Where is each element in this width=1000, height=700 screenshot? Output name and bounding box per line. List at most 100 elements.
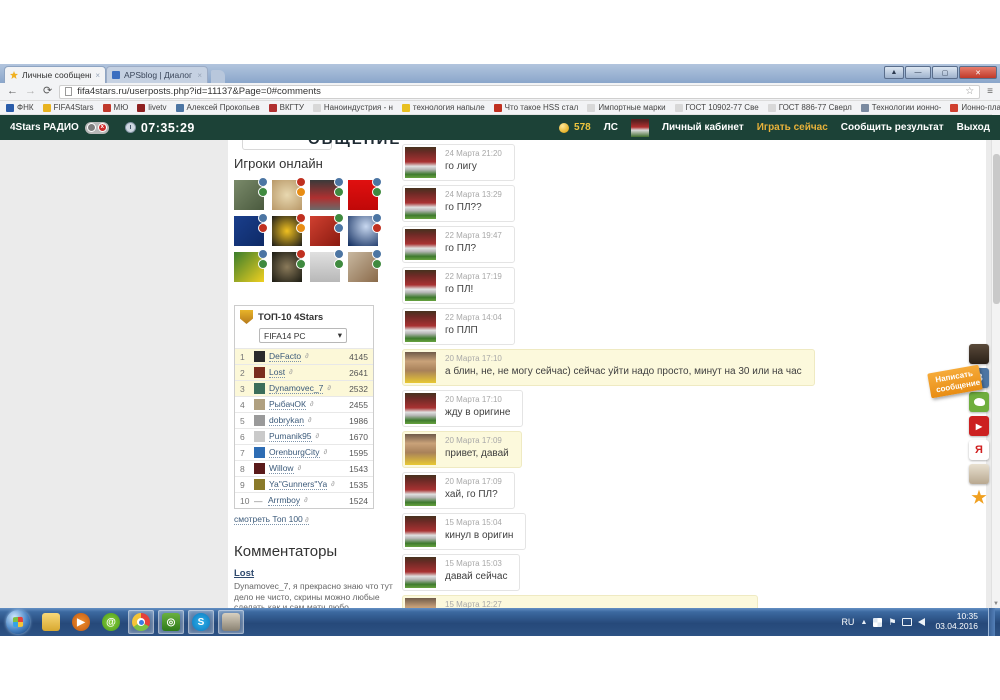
message-avatar[interactable] (405, 393, 436, 424)
message-bubble[interactable]: 20 Марта 17:10жду в оригине (402, 390, 523, 427)
commentator-name-link[interactable]: Lost (234, 568, 402, 579)
youtube-icon[interactable]: ▶ (969, 416, 989, 436)
message-bubble[interactable]: 22 Марта 19:47го ПЛ? (402, 226, 515, 263)
message-avatar[interactable] (405, 311, 436, 342)
message-avatar[interactable] (405, 147, 436, 178)
message-avatar[interactable] (405, 352, 436, 383)
player-name-link[interactable]: Arrmboy (268, 495, 300, 506)
message-avatar[interactable] (405, 229, 436, 260)
window-minimize-button[interactable]: — (905, 66, 931, 79)
online-player-avatar[interactable] (272, 216, 302, 246)
message-bubble[interactable]: 20 Марта 17:09привет, давай (402, 431, 522, 468)
bookmark-item[interactable]: livetv (137, 103, 166, 112)
nav-personal-cabinet[interactable]: Личный кабинет (662, 122, 744, 133)
radio-stop-icon[interactable]: x (98, 123, 107, 132)
flag-icon[interactable]: ⚑ (888, 617, 896, 628)
bookmark-item[interactable]: ФНК (6, 103, 34, 112)
bookmark-item[interactable]: FIFA4Stars (43, 103, 94, 112)
message-bubble[interactable]: 20 Марта 17:09хай, го ПЛ? (402, 472, 515, 509)
message-avatar[interactable] (405, 598, 436, 608)
bookmark-item[interactable]: Импортные марки (587, 103, 665, 112)
tab-messages[interactable]: Личные сообщения Lost × (4, 66, 106, 83)
scroll-down-icon[interactable]: ▼ (992, 601, 1000, 607)
window-maximize-button[interactable]: ▢ (932, 66, 958, 79)
show-desktop-button[interactable] (988, 608, 995, 636)
display-icon[interactable] (902, 618, 912, 626)
online-player-avatar[interactable] (234, 252, 264, 282)
message-bubble[interactable]: 15 Марта 12:27я могу сейчас и до 18-00 п… (402, 595, 758, 608)
tray-expand-icon[interactable]: ▲ (860, 619, 867, 626)
message-bubble[interactable]: 15 Марта 15:04кинул в оригин (402, 513, 526, 550)
address-bar[interactable]: fifa4stars.ru/userposts.php?id=11137&Pag… (59, 85, 980, 99)
message-avatar[interactable] (405, 188, 436, 219)
player-name-link[interactable]: Lost (269, 367, 285, 378)
bookmark-item[interactable]: ГОСТ 10902-77 Све (675, 103, 759, 112)
player-name-link[interactable]: Willow (269, 463, 294, 474)
coins-count[interactable]: 578 (574, 122, 591, 133)
volume-icon[interactable] (918, 618, 925, 626)
online-player-avatar[interactable] (348, 216, 378, 246)
online-player-avatar[interactable] (234, 180, 264, 210)
bookmark-star-icon[interactable]: ☆ (965, 86, 974, 97)
twitter-icon[interactable] (969, 392, 989, 412)
star-icon[interactable]: ★ (969, 488, 989, 508)
start-button[interactable] (6, 610, 30, 634)
bookmark-item[interactable]: МЮ (103, 103, 129, 112)
windows-update-icon[interactable] (873, 618, 882, 627)
bookmark-item[interactable]: ГОСТ 886-77 Сверл (768, 103, 852, 112)
bookmark-item[interactable]: технология напыле (402, 103, 485, 112)
forward-icon[interactable]: → (25, 86, 36, 97)
message-bubble[interactable]: 22 Марта 14:04го ПЛП (402, 308, 515, 345)
message-avatar[interactable] (405, 557, 436, 588)
online-player-avatar[interactable] (310, 252, 340, 282)
platform-select[interactable]: FIFA14 PC ▾ (259, 328, 347, 343)
online-player-avatar[interactable] (348, 252, 378, 282)
bookmark-item[interactable]: Технологии ионно- (861, 103, 942, 112)
message-avatar[interactable] (405, 270, 436, 301)
tab-apsblog[interactable]: APSblog | Диалог × (106, 66, 208, 83)
online-player-avatar[interactable] (234, 216, 264, 246)
tab-close-icon[interactable]: × (197, 71, 202, 80)
online-player-avatar[interactable] (272, 252, 302, 282)
online-player-avatar[interactable] (272, 180, 302, 210)
window-user-button[interactable]: ▲ (884, 66, 904, 79)
online-player-avatar[interactable] (310, 180, 340, 210)
bookmark-item[interactable]: Алексей Прокопьев (176, 103, 260, 112)
taskbar-mailru-agent-icon[interactable]: @ (98, 610, 124, 634)
yandex-icon[interactable]: Я (969, 440, 989, 460)
tab-close-icon[interactable]: × (95, 71, 100, 80)
bookmark-item[interactable]: Что такое HSS стал (494, 103, 579, 112)
online-player-avatar[interactable] (348, 180, 378, 210)
private-messages-link[interactable]: ЛС (604, 122, 618, 133)
nav-play-now[interactable]: Играть сейчас (757, 122, 828, 133)
player-name-link[interactable]: dobrykan (269, 415, 304, 426)
taskbar-skype-icon[interactable]: S (188, 610, 214, 634)
nav-logout[interactable]: Выход (957, 122, 990, 133)
window-close-button[interactable]: ✕ (959, 66, 997, 79)
message-avatar[interactable] (405, 516, 436, 547)
message-avatar[interactable] (405, 434, 436, 465)
message-bubble[interactable]: 15 Марта 15:03давай сейчас (402, 554, 520, 591)
bookmark-item[interactable]: ВКГТУ (269, 103, 304, 112)
bookmark-item[interactable]: Ионно-плазменное (950, 103, 1000, 112)
taskbar-mediaplayer-icon[interactable]: ▶ (68, 610, 94, 634)
user-avatar[interactable] (631, 119, 649, 137)
reload-icon[interactable]: ⟳ (43, 86, 52, 97)
url-text[interactable]: fifa4stars.ru/userposts.php?id=11137&Pag… (77, 86, 321, 97)
taskbar-chrome-icon[interactable] (128, 610, 154, 634)
taskbar-game-icon[interactable] (218, 610, 244, 634)
ribbon-icon[interactable] (969, 464, 989, 484)
message-avatar[interactable] (405, 475, 436, 506)
cap-icon[interactable] (969, 344, 989, 364)
message-bubble[interactable]: 20 Марта 17:10а блин, не, не могу сейчас… (402, 349, 815, 386)
taskbar-explorer-icon[interactable] (38, 610, 64, 634)
language-indicator[interactable]: RU (841, 617, 854, 627)
see-top100-link[interactable]: смотреть Топ 100 ∂ (234, 514, 309, 525)
player-name-link[interactable]: Pumanik95 (269, 431, 312, 442)
message-bubble[interactable]: 24 Марта 13:29го ПЛ?? (402, 185, 515, 222)
player-name-link[interactable]: Dynamovec_7 (269, 383, 323, 394)
player-name-link[interactable]: OrenburgCity (269, 447, 320, 458)
player-name-link[interactable]: РыбачОК (269, 399, 306, 410)
player-name-link[interactable]: DeFacto (269, 351, 301, 362)
new-tab-button[interactable] (211, 70, 225, 83)
